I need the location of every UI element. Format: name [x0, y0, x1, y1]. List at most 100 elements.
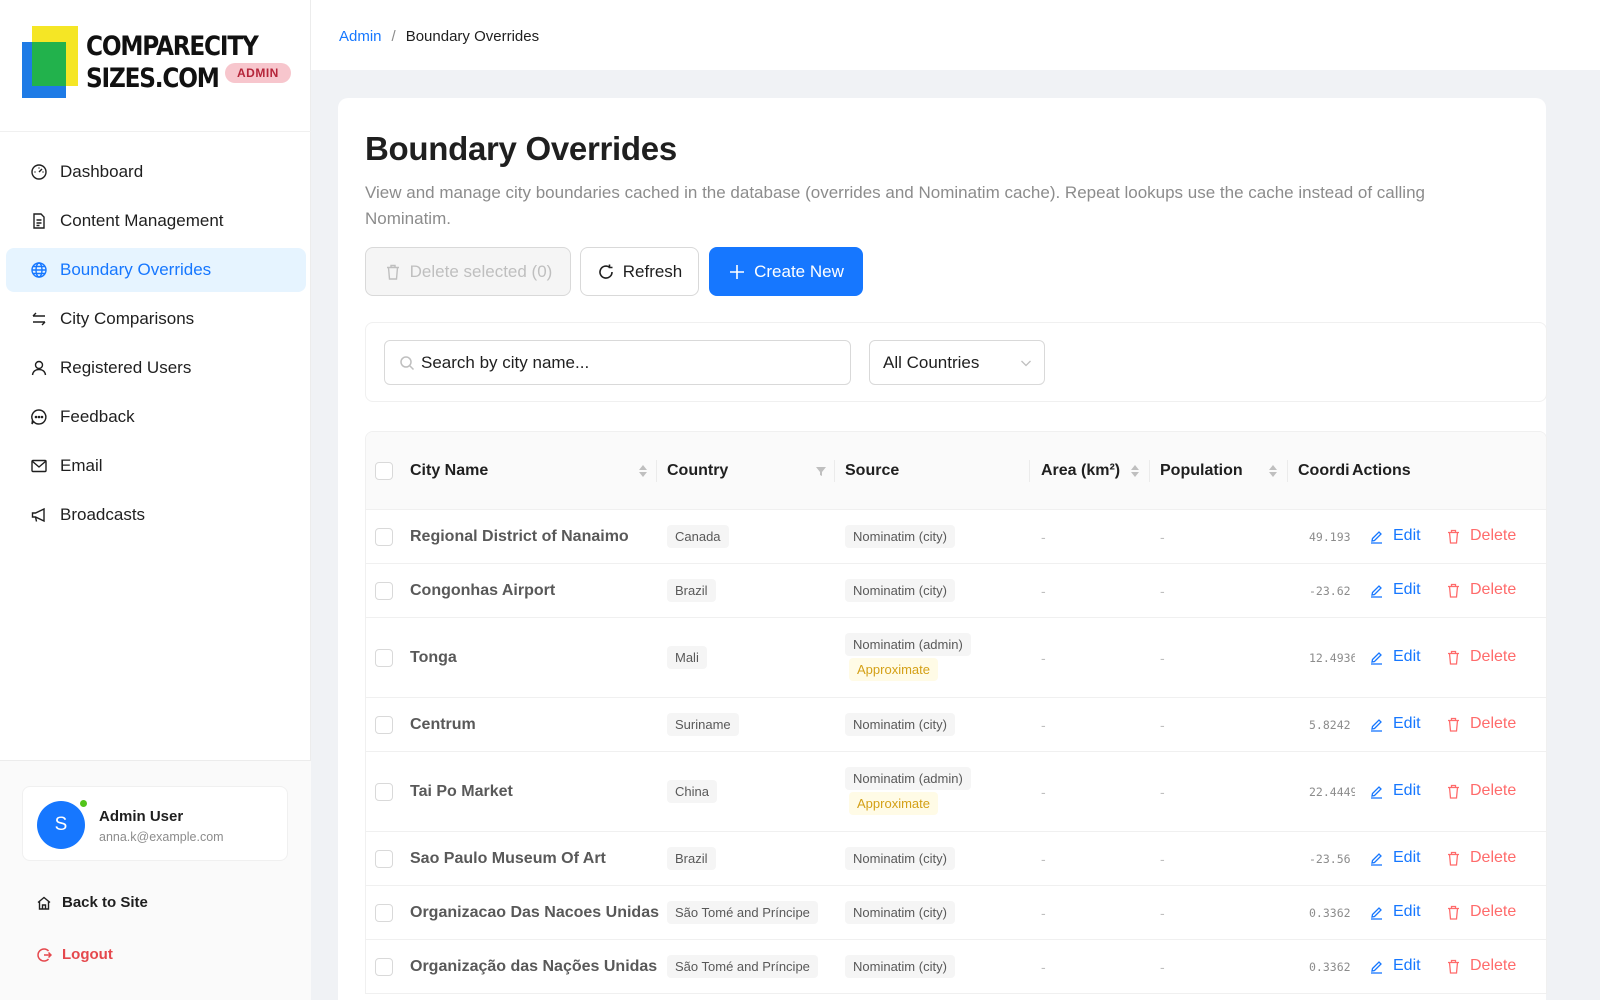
sort-icon[interactable]	[638, 462, 648, 480]
filter-icon[interactable]	[815, 462, 827, 480]
edit-button[interactable]: Edit	[1369, 715, 1421, 733]
edit-icon	[1371, 530, 1382, 544]
delete-button[interactable]: Delete	[1446, 715, 1516, 733]
breadcrumb-current: Boundary Overrides	[405, 28, 540, 45]
sidebar-item-registered-users[interactable]: Registered Users	[6, 346, 306, 390]
sidebar-item-city-comparisons[interactable]: City Comparisons	[6, 297, 306, 341]
row-checkbox[interactable]	[375, 850, 393, 868]
row-checkbox[interactable]	[375, 716, 393, 734]
column-header-country[interactable]: Country	[667, 432, 728, 510]
edit-button[interactable]: Edit	[1369, 957, 1421, 975]
row-checkbox[interactable]	[375, 528, 393, 546]
source-tag: Nominatim (city)	[845, 847, 955, 870]
trash-icon	[1448, 717, 1459, 732]
delete-label: Delete	[1470, 648, 1517, 665]
back-to-site-link[interactable]: Back to Site	[36, 894, 148, 911]
country-select[interactable]: All Countries	[869, 340, 1045, 385]
approximate-badge: Approximate	[849, 658, 938, 681]
edit-button[interactable]: Edit	[1369, 527, 1421, 545]
area-value: -	[1041, 851, 1046, 867]
population-value: -	[1160, 959, 1165, 975]
delete-button[interactable]: Delete	[1446, 849, 1516, 867]
logo[interactable]: COMPARECITY SIZES.COM ADMIN	[22, 26, 292, 102]
column-header-population[interactable]: Population	[1160, 432, 1243, 510]
row-checkbox[interactable]	[375, 649, 393, 667]
select-all-checkbox[interactable]	[375, 462, 393, 480]
edit-icon	[1371, 852, 1382, 866]
city-name: Congonhas Airport	[410, 582, 556, 599]
refresh-icon	[598, 264, 613, 279]
row-checkbox[interactable]	[375, 582, 393, 600]
source-tag: Nominatim (city)	[845, 579, 955, 602]
delete-selected-button[interactable]: Delete selected (0)	[365, 247, 571, 296]
trash-icon	[1448, 650, 1459, 665]
edit-label: Edit	[1393, 957, 1421, 974]
search-input[interactable]	[421, 352, 841, 373]
area-value: -	[1041, 583, 1046, 599]
edit-label: Edit	[1393, 849, 1421, 866]
delete-label: Delete	[1470, 581, 1517, 598]
trash-icon	[1448, 583, 1459, 598]
page-description: View and manage city boundaries cached i…	[365, 183, 1425, 228]
city-name: Tai Po Market	[410, 783, 513, 800]
sort-icon[interactable]	[1130, 462, 1140, 480]
sidebar-item-label: Registered Users	[60, 358, 192, 377]
table-row: Tai Po Market China Nominatim (admin) Ap…	[366, 752, 1546, 832]
sidebar-item-boundary-overrides[interactable]: Boundary Overrides	[6, 248, 306, 292]
delete-button[interactable]: Delete	[1446, 957, 1516, 975]
source-tag: Nominatim (city)	[845, 955, 955, 978]
delete-button[interactable]: Delete	[1446, 903, 1516, 921]
sidebar-item-dashboard[interactable]: Dashboard	[6, 150, 306, 194]
logout-link[interactable]: Logout	[36, 946, 113, 963]
delete-button[interactable]: Delete	[1446, 782, 1516, 800]
delete-button[interactable]: Delete	[1446, 581, 1516, 599]
delete-label: Delete	[1470, 715, 1517, 732]
edit-button[interactable]: Edit	[1369, 581, 1421, 599]
column-header-area[interactable]: Area (km²)	[1041, 432, 1120, 510]
trash-icon	[1448, 851, 1459, 866]
row-checkbox[interactable]	[375, 958, 393, 976]
edit-button[interactable]: Edit	[1369, 849, 1421, 867]
trash-icon	[386, 264, 399, 280]
column-header-city[interactable]: City Name	[410, 432, 488, 510]
create-new-button[interactable]: Create New	[709, 247, 863, 296]
user-card[interactable]: S Admin User anna.k@example.com	[22, 786, 288, 861]
refresh-button[interactable]: Refresh	[580, 247, 699, 296]
breadcrumb-admin-link[interactable]: Admin	[339, 28, 382, 45]
delete-label: Delete	[1470, 849, 1517, 866]
main-card: Boundary Overrides View and manage city …	[338, 98, 1547, 1000]
logout-label: Logout	[62, 946, 113, 963]
table-row: Organização das Nações Unidas São Tomé a…	[366, 940, 1546, 994]
country-tag: Canada	[667, 525, 729, 548]
sidebar-footer: S Admin User anna.k@example.com Back to …	[0, 761, 311, 1000]
row-checkbox[interactable]	[375, 904, 393, 922]
globe-icon	[30, 261, 48, 279]
logo-green-square	[32, 42, 66, 86]
logo-text-line1: COMPARECITY	[86, 31, 259, 62]
search-field[interactable]	[384, 340, 851, 385]
sidebar-item-label: Dashboard	[60, 162, 144, 181]
sidebar-divider	[0, 131, 311, 132]
sidebar-item-email[interactable]: Email	[6, 444, 306, 488]
column-divider	[656, 460, 657, 482]
edit-icon	[1371, 584, 1382, 598]
city-name: Centrum	[410, 716, 476, 733]
city-name: Organização das Nações Unidas	[410, 958, 658, 975]
delete-label: Delete	[1470, 527, 1517, 544]
row-checkbox[interactable]	[375, 783, 393, 801]
edit-icon	[1371, 651, 1382, 665]
edit-button[interactable]: Edit	[1369, 648, 1421, 666]
sidebar-item-feedback[interactable]: Feedback	[6, 395, 306, 439]
edit-button[interactable]: Edit	[1369, 903, 1421, 921]
delete-button[interactable]: Delete	[1446, 648, 1516, 666]
sidebar-item-label: City Comparisons	[60, 309, 195, 328]
country-tag: Mali	[667, 646, 707, 669]
sort-icon[interactable]	[1268, 462, 1278, 480]
sidebar-item-broadcasts[interactable]: Broadcasts	[6, 493, 306, 537]
coordinates-value: -23.62	[1309, 584, 1351, 598]
dashboard-icon	[30, 163, 48, 181]
delete-button[interactable]: Delete	[1446, 527, 1516, 545]
edit-button[interactable]: Edit	[1369, 782, 1421, 800]
trash-icon	[1448, 529, 1459, 544]
sidebar-item-content-management[interactable]: Content Management	[6, 199, 306, 243]
